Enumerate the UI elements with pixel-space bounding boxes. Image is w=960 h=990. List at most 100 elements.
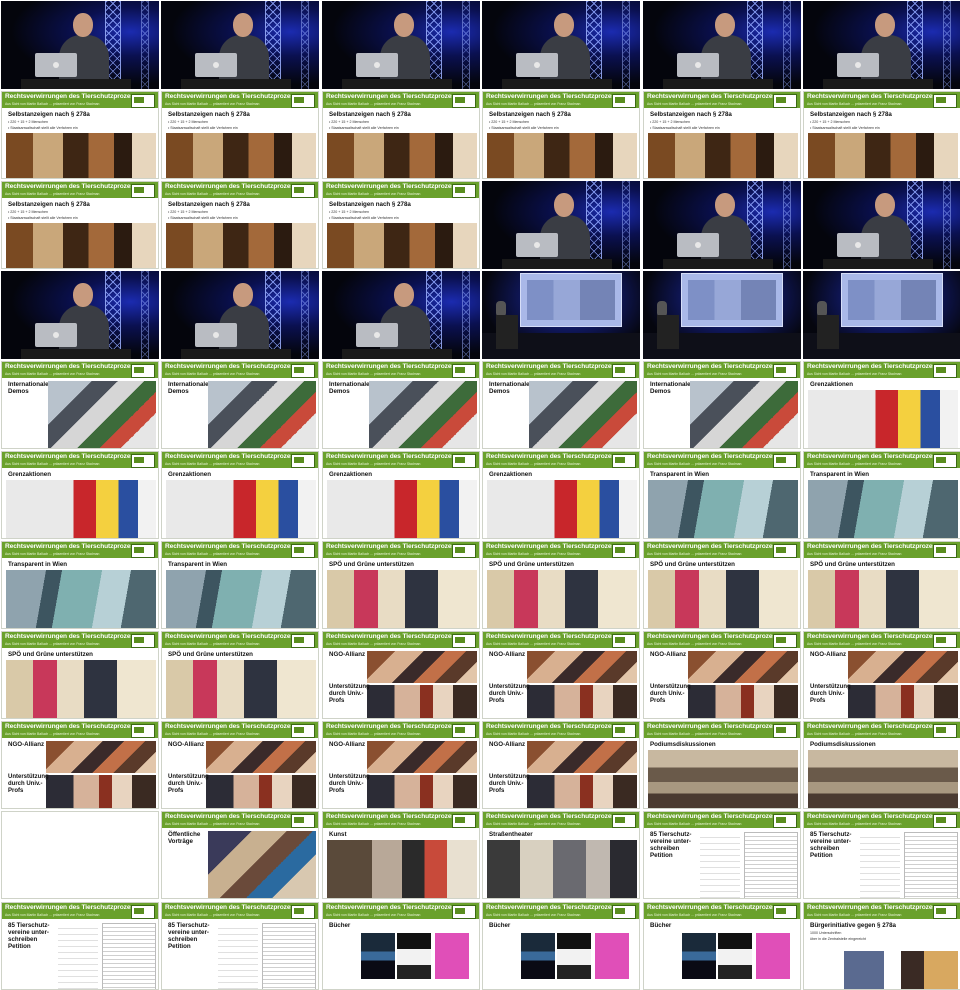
slide-header-subtitle: Aus Sicht von Martin Balluch ... präsent… <box>486 732 581 736</box>
blank-frame[interactable] <box>1 811 159 899</box>
slide-frame[interactable]: Rechtsverwirrungen des Tierschutzprozess… <box>643 91 801 179</box>
slide-frame[interactable]: Rechtsverwirrungen des Tierschutzprozess… <box>161 541 319 629</box>
slide-header-title: Rechtsverwirrungen des Tierschutzprozess… <box>326 904 466 911</box>
slide-frame[interactable]: Rechtsverwirrungen des Tierschutzprozess… <box>482 902 640 990</box>
slide-frame[interactable]: Rechtsverwirrungen des Tierschutzprozess… <box>643 541 801 629</box>
slide-bullet: • Staatsanwaltschaft stellt alle Verfahr… <box>489 126 559 130</box>
slide-frame[interactable]: Rechtsverwirrungen des Tierschutzprozess… <box>161 811 319 899</box>
lighting-truss <box>943 1 951 89</box>
slide-photo <box>206 775 316 808</box>
speaker-stage-frame[interactable] <box>1 1 159 89</box>
slide-frame[interactable]: Rechtsverwirrungen des Tierschutzprozess… <box>1 91 159 179</box>
vgt-logo-icon <box>452 184 476 198</box>
laptop-icon <box>195 323 237 347</box>
speaker-stage-frame[interactable] <box>322 271 480 359</box>
slide-header-subtitle: Aus Sicht von Martin Balluch ... präsent… <box>326 732 421 736</box>
slide-frame[interactable]: Rechtsverwirrungen des Tierschutzprozess… <box>643 361 801 449</box>
speaker-stage-frame[interactable] <box>161 271 319 359</box>
slide-header-title: Rechtsverwirrungen des Tierschutzprozess… <box>5 543 145 550</box>
slide-frame[interactable]: Rechtsverwirrungen des Tierschutzprozess… <box>1 451 159 539</box>
slide-frame[interactable]: Rechtsverwirrungen des Tierschutzprozess… <box>482 541 640 629</box>
speaker-stage-frame[interactable] <box>643 1 801 89</box>
slide-frame[interactable]: Rechtsverwirrungen des Tierschutzprozess… <box>643 631 801 719</box>
slide-frame[interactable]: Rechtsverwirrungen des Tierschutzprozess… <box>803 541 960 629</box>
slide-title: SPÖ und Grüne unterstützen <box>168 651 253 658</box>
slide-photo <box>367 685 477 718</box>
slide-frame[interactable]: Rechtsverwirrungen des Tierschutzprozess… <box>161 902 319 990</box>
slide-photo <box>327 223 477 268</box>
slide-frame[interactable]: Rechtsverwirrungen des Tierschutzprozess… <box>803 361 960 449</box>
slide-title: NGO-Allianz <box>329 741 366 748</box>
slide-frame[interactable]: Rechtsverwirrungen des Tierschutzprozess… <box>803 631 960 719</box>
slide-frame[interactable]: Rechtsverwirrungen des Tierschutzprozess… <box>1 631 159 719</box>
speaker-stage-frame[interactable] <box>482 1 640 89</box>
speaker-stage-frame[interactable] <box>643 181 801 269</box>
slide-frame[interactable]: Rechtsverwirrungen des Tierschutzprozess… <box>482 91 640 179</box>
lecture-hall-frame[interactable] <box>803 271 960 359</box>
slide-header-subtitle: Aus Sicht von Martin Balluch ... präsent… <box>326 372 421 376</box>
slide-frame[interactable]: Rechtsverwirrungen des Tierschutzprozess… <box>1 902 159 990</box>
speaker-head <box>875 13 895 37</box>
slide-frame[interactable]: Rechtsverwirrungen des Tierschutzprozess… <box>1 361 159 449</box>
slide-frame[interactable]: Rechtsverwirrungen des Tierschutzprozess… <box>322 811 480 899</box>
slide-frame[interactable]: Rechtsverwirrungen des Tierschutzprozess… <box>1 181 159 269</box>
lectern <box>663 79 773 89</box>
speaker-head <box>394 283 414 307</box>
slide-photo <box>367 775 477 808</box>
slide-frame[interactable]: Rechtsverwirrungen des Tierschutzprozess… <box>322 361 480 449</box>
slide-frame[interactable]: Rechtsverwirrungen des Tierschutzprozess… <box>322 721 480 809</box>
slide-header-subtitle: Aus Sicht von Martin Balluch ... präsent… <box>807 372 902 376</box>
slide-document <box>744 832 798 898</box>
slide-frame[interactable]: Rechtsverwirrungen des Tierschutzprozess… <box>161 361 319 449</box>
slide-frame[interactable]: Rechtsverwirrungen des Tierschutzprozess… <box>803 91 960 179</box>
speaker-head <box>73 283 93 307</box>
slide-frame[interactable]: Rechtsverwirrungen des Tierschutzprozess… <box>803 902 960 990</box>
slide-frame[interactable]: Rechtsverwirrungen des Tierschutzprozess… <box>161 721 319 809</box>
slide-header-title: Rechtsverwirrungen des Tierschutzprozess… <box>807 813 947 820</box>
slide-frame[interactable]: Rechtsverwirrungen des Tierschutzprozess… <box>322 451 480 539</box>
slide-header-title: Rechtsverwirrungen des Tierschutzprozess… <box>486 543 626 550</box>
slide-header-title: Rechtsverwirrungen des Tierschutzprozess… <box>326 363 466 370</box>
speaker-stage-frame[interactable] <box>322 1 480 89</box>
slide-title: Transparent in Wien <box>650 471 710 478</box>
slide-header-subtitle: Aus Sicht von Martin Balluch ... präsent… <box>165 462 260 466</box>
slide-frame[interactable]: Rechtsverwirrungen des Tierschutzprozess… <box>482 451 640 539</box>
slide-frame[interactable]: Rechtsverwirrungen des Tierschutzprozess… <box>322 902 480 990</box>
slide-header-title: Rechtsverwirrungen des Tierschutzprozess… <box>5 183 145 190</box>
slide-frame[interactable]: Rechtsverwirrungen des Tierschutzprozess… <box>322 541 480 629</box>
slide-frame[interactable]: Rechtsverwirrungen des Tierschutzprozess… <box>322 631 480 719</box>
slide-bullet: • 220 + 15 + 2 Menschen <box>8 120 49 124</box>
speaker-stage-frame[interactable] <box>1 271 159 359</box>
slide-frame[interactable]: Rechtsverwirrungen des Tierschutzprozess… <box>322 181 480 269</box>
lecture-hall-frame[interactable] <box>643 271 801 359</box>
slide-frame[interactable]: Rechtsverwirrungen des Tierschutzprozess… <box>803 451 960 539</box>
slide-frame[interactable]: Rechtsverwirrungen des Tierschutzprozess… <box>482 361 640 449</box>
slide-frame[interactable]: Rechtsverwirrungen des Tierschutzprozess… <box>322 91 480 179</box>
slide-frame[interactable]: Rechtsverwirrungen des Tierschutzprozess… <box>161 181 319 269</box>
speaker-stage-frame[interactable] <box>803 1 960 89</box>
vgt-logo-icon <box>612 634 636 648</box>
speaker-stage-frame[interactable] <box>803 181 960 269</box>
slide-frame[interactable]: Rechtsverwirrungen des Tierschutzprozess… <box>161 451 319 539</box>
slide-title: Selbstanzeigen nach § 278a <box>329 111 411 118</box>
slide-frame[interactable]: Rechtsverwirrungen des Tierschutzprozess… <box>482 721 640 809</box>
slide-header-title: Rechtsverwirrungen des Tierschutzprozess… <box>326 633 466 640</box>
slide-frame[interactable]: Rechtsverwirrungen des Tierschutzprozess… <box>643 811 801 899</box>
slide-frame[interactable]: Rechtsverwirrungen des Tierschutzprozess… <box>482 811 640 899</box>
laptop-icon <box>516 53 558 77</box>
slide-frame[interactable]: Rechtsverwirrungen des Tierschutzprozess… <box>643 902 801 990</box>
speaker-figure <box>59 283 109 359</box>
slide-frame[interactable]: Rechtsverwirrungen des Tierschutzprozess… <box>482 631 640 719</box>
slide-frame[interactable]: Rechtsverwirrungen des Tierschutzprozess… <box>161 91 319 179</box>
slide-title: SPÖ und Grüne unterstützen <box>8 651 93 658</box>
slide-frame[interactable]: Rechtsverwirrungen des Tierschutzprozess… <box>161 631 319 719</box>
slide-frame[interactable]: Rechtsverwirrungen des Tierschutzprozess… <box>1 721 159 809</box>
slide-frame[interactable]: Rechtsverwirrungen des Tierschutzprozess… <box>643 721 801 809</box>
speaker-stage-frame[interactable] <box>482 181 640 269</box>
slide-frame[interactable]: Rechtsverwirrungen des Tierschutzprozess… <box>643 451 801 539</box>
speaker-stage-frame[interactable] <box>161 1 319 89</box>
slide-frame[interactable]: Rechtsverwirrungen des Tierschutzprozess… <box>803 721 960 809</box>
slide-frame[interactable]: Rechtsverwirrungen des Tierschutzprozess… <box>803 811 960 899</box>
slide-frame[interactable]: Rechtsverwirrungen des Tierschutzprozess… <box>1 541 159 629</box>
lecture-hall-frame[interactable] <box>482 271 640 359</box>
